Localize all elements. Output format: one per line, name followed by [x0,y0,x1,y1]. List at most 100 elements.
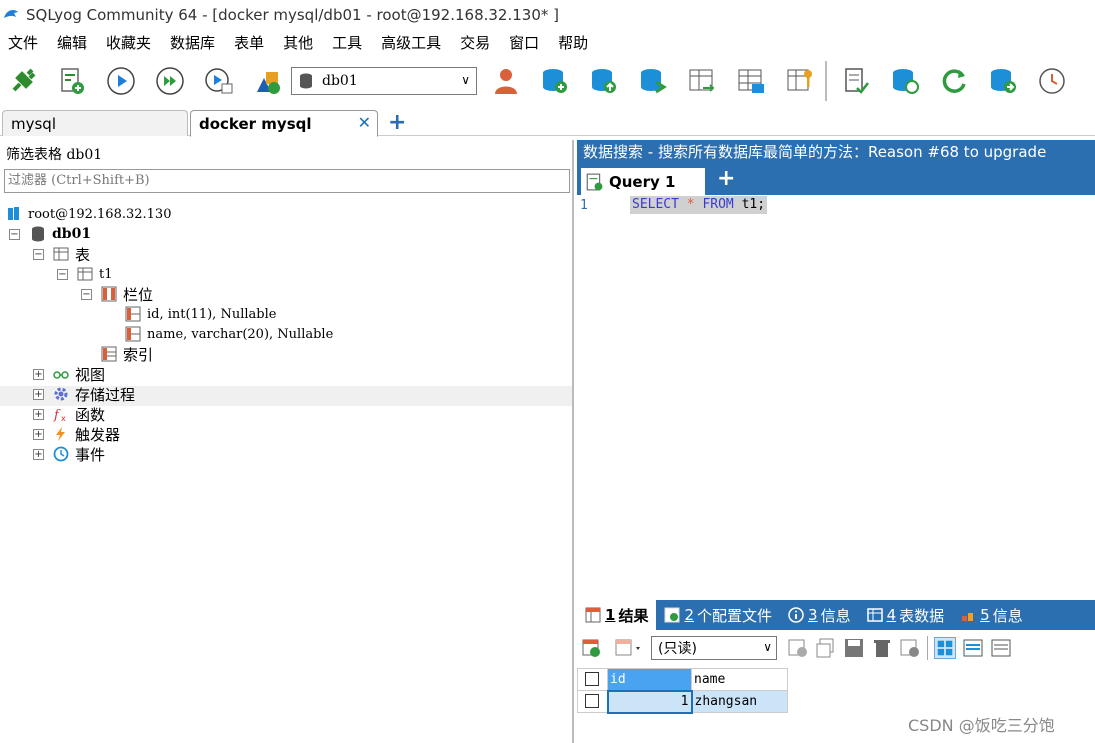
query-tab-label: Query 1 [609,172,676,191]
tab-messages[interactable]: 3 信息 [780,600,859,630]
refresh-button[interactable] [937,64,971,98]
menu-help[interactable]: 帮助 [558,32,588,53]
duplicate-row-icon[interactable] [815,637,837,659]
tab-docker-mysql-label: docker mysql [199,114,312,133]
backup-button[interactable] [986,64,1020,98]
menu-transaction[interactable]: 交易 [460,32,490,53]
tree-node-indexes[interactable]: 索引 [101,344,153,364]
expand-icon[interactable]: + [33,409,44,420]
collapse-icon[interactable]: − [81,289,92,300]
menu-tools[interactable]: 工具 [332,32,362,53]
column-header-id[interactable]: id [607,668,692,691]
collapse-icon[interactable]: − [57,269,68,280]
table-key-icon [787,69,812,91]
watermark: CSDN @饭吃三分饱 [908,716,1055,735]
export-icon[interactable] [581,637,603,659]
tree-t1-label: t1 [99,266,113,282]
collapse-icon[interactable]: − [33,249,44,260]
connect-button[interactable] [6,64,40,98]
tree-node-views[interactable]: 视图 [53,364,105,384]
tab-docker-mysql[interactable]: docker mysql ✕ [190,110,378,137]
menu-others[interactable]: 其他 [283,32,313,53]
cell-id[interactable]: 1 [606,689,693,714]
tree-node-functions[interactable]: fx 函数 [53,404,105,424]
tab-info-label: 信息 [992,606,1023,625]
tab-messages-label: 信息 [820,606,851,625]
delete-icon[interactable] [871,637,893,659]
close-tab-icon[interactable]: ✕ [358,113,371,132]
schema-sync-button[interactable] [685,64,719,98]
execute-edit-button[interactable] [202,64,236,98]
cancel-changes-icon[interactable] [899,637,921,659]
table-key-button[interactable] [783,64,817,98]
menu-bar: 文件 编辑 收藏夹 数据库 表单 其他 工具 高级工具 交易 窗口 帮助 [0,30,1095,54]
grid-view-dropdown-icon[interactable] [609,637,641,659]
save-icon[interactable] [843,637,865,659]
database-selector[interactable]: db01 ∨ [291,67,477,95]
text-mode-icon[interactable] [990,637,1012,659]
menu-advanced-tools[interactable]: 高级工具 [381,32,441,53]
sql-statement: SELECT * FROM t1; [630,196,768,214]
tab-info[interactable]: 5 信息 [952,600,1031,630]
tree-node-column-name[interactable]: name, varchar(20), Nullable [125,324,333,344]
menu-favorites[interactable]: 收藏夹 [106,32,151,53]
insert-row-icon[interactable] [787,637,809,659]
profile-icon [664,607,680,623]
filter-input[interactable]: 过滤器 (Ctrl+Shift+B) [4,169,570,193]
tab-table-data[interactable]: 4 表数据 [859,600,953,630]
tab-profiles[interactable]: 2 个配置文件 [656,600,780,630]
sql-editor[interactable]: 1 SELECT * FROM t1; [577,195,1095,595]
tree-node-t1[interactable]: t1 [77,264,113,284]
tab-mysql[interactable]: mysql [2,110,188,136]
menu-window[interactable]: 窗口 [509,32,539,53]
create-database-button[interactable] [538,64,572,98]
row-checkbox[interactable] [585,694,599,708]
copy-database-button[interactable] [636,64,670,98]
menu-database[interactable]: 数据库 [170,32,215,53]
read-only-select[interactable]: (只读) ∨ [651,636,777,660]
expand-icon[interactable]: + [33,429,44,440]
filter-label-db: db01 [66,147,103,163]
history-button[interactable] [1035,64,1069,98]
table-diagnostics-button[interactable] [734,64,768,98]
tree-node-procedures[interactable]: 存储过程 [53,384,135,404]
menu-table[interactable]: 表单 [234,32,264,53]
tree-node-db01[interactable]: db01 [30,224,91,244]
tree-node-root[interactable]: root@192.168.32.130 [6,204,171,224]
table-row[interactable]: 1 zhangsan [577,689,788,714]
grid-mode-icon[interactable] [934,637,956,659]
tree-node-columns[interactable]: 栏位 [101,284,153,304]
cell-name[interactable]: zhangsan [691,690,788,713]
tree-node-tables[interactable]: 表 [53,244,90,264]
menu-file[interactable]: 文件 [8,32,38,53]
scheduled-export-button[interactable] [839,64,873,98]
tab-results[interactable]: 1 结果 [577,600,657,630]
upgrade-banner[interactable]: 数据搜索 - 搜索所有数据库最简单的方法：Reason #68 to upgra… [577,140,1095,166]
play-grid-icon [205,68,233,94]
expand-icon[interactable]: + [33,449,44,460]
select-all-cell[interactable] [577,668,608,691]
execute-query-button[interactable] [104,64,138,98]
tree-node-triggers[interactable]: 触发器 [53,424,120,444]
import-button[interactable] [587,64,621,98]
form-mode-icon[interactable] [962,637,984,659]
data-sync-button[interactable] [888,64,922,98]
collapse-icon[interactable]: − [9,229,20,240]
tab-query-1[interactable]: Query 1 [581,168,705,195]
tree-node-column-id[interactable]: id, int(11), Nullable [125,304,276,324]
row-select-cell[interactable] [577,690,608,713]
chevron-down-icon: ∨ [763,640,772,654]
select-all-checkbox[interactable] [585,672,599,686]
new-connection-tab-button[interactable]: + [388,110,406,135]
user-manager-button[interactable] [489,64,523,98]
menu-edit[interactable]: 编辑 [57,32,87,53]
filter-label-text: 筛选表格 [6,147,62,163]
expand-icon[interactable]: + [33,369,44,380]
expand-icon[interactable]: + [33,389,44,400]
column-header-name[interactable]: name [691,668,788,691]
execute-all-button[interactable] [153,64,187,98]
new-query-button[interactable] [55,64,89,98]
schema-designer-button[interactable] [251,64,285,98]
tree-node-events[interactable]: 事件 [53,444,105,464]
new-query-tab-button[interactable]: + [717,166,735,191]
